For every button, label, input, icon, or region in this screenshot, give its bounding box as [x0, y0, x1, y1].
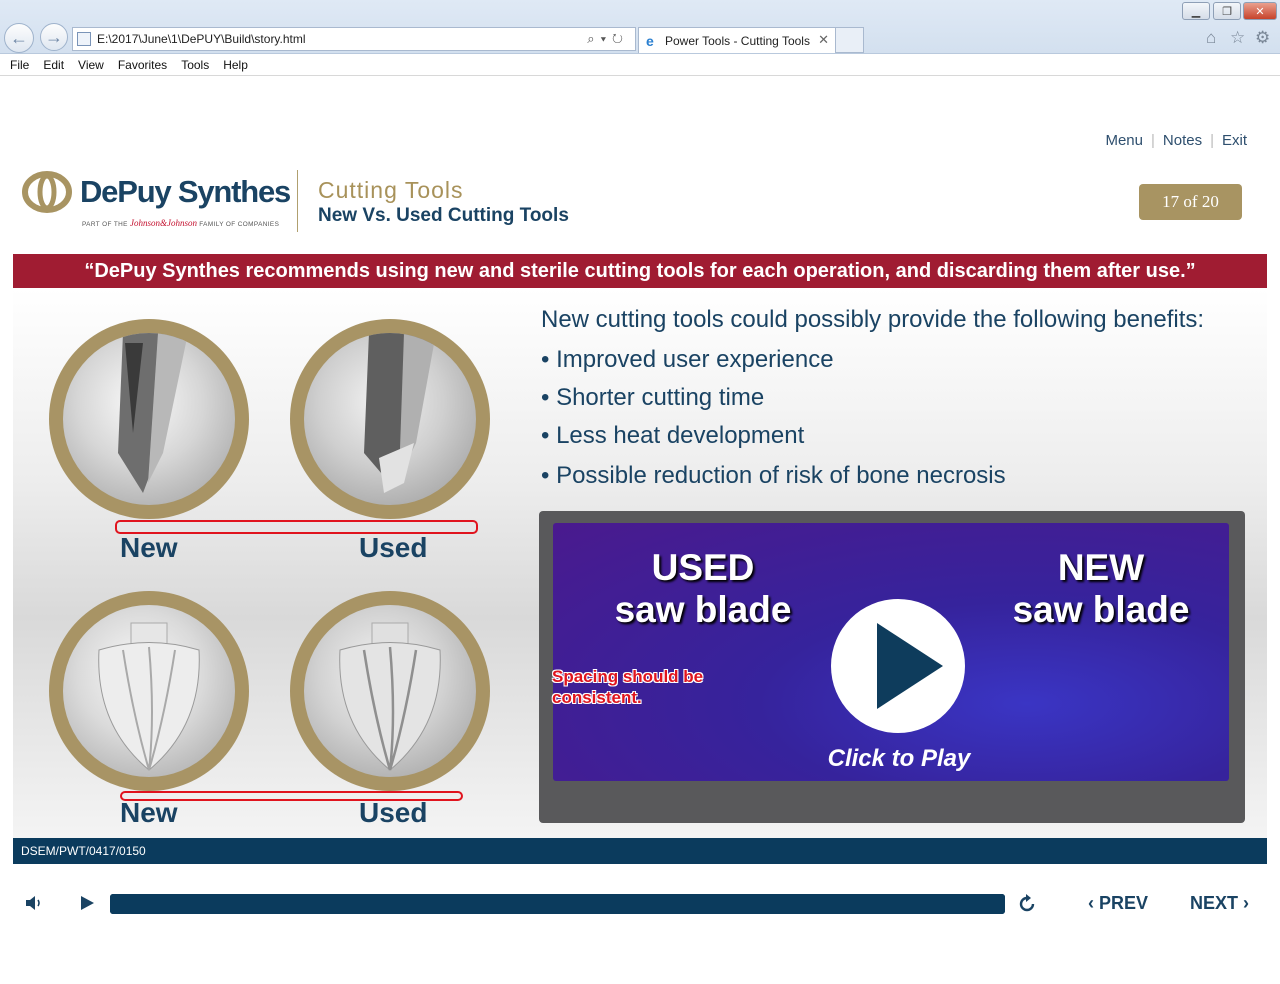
back-button[interactable]: ←	[4, 23, 34, 53]
benefit-item: • Less heat development	[541, 422, 805, 449]
quote-banner: “DePuy Synthes recommends using new and …	[13, 254, 1267, 288]
label-new-bottom: New	[120, 797, 178, 828]
separator: |	[1150, 132, 1155, 149]
used-reamer-image	[290, 591, 490, 791]
footer-code: DSEM/PWT/0417/0150	[21, 844, 146, 858]
worn-reamer-icon	[339, 622, 441, 771]
menu-edit[interactable]: Edit	[43, 58, 64, 72]
prev-button[interactable]: ‹ PREV	[1088, 893, 1148, 914]
benefits-intro: New cutting tools could possibly provide…	[541, 306, 1205, 333]
video-new-line2: saw blade	[1012, 589, 1190, 630]
review-comment-line2: consistent.	[552, 688, 642, 707]
next-label: NEXT	[1190, 893, 1239, 913]
tab-title: Power Tools - Cutting Tools	[665, 33, 810, 48]
header-divider	[297, 170, 298, 232]
video-used-line2: saw blade	[614, 589, 792, 630]
drill-bit-icon	[118, 333, 188, 493]
separator: |	[1210, 132, 1214, 149]
browser-menubar: File Edit View Favorites Tools Help	[0, 54, 1280, 76]
play-pause-icon[interactable]	[78, 894, 96, 912]
address-bar[interactable]: E:\2017\June\1\DePUY\Build\story.html ⌕▾…	[72, 27, 636, 51]
page-icon	[77, 32, 91, 46]
settings-gear-icon[interactable]: ⚙	[1255, 28, 1270, 48]
prev-label: PREV	[1099, 893, 1149, 913]
benefit-item: • Shorter cutting time	[541, 384, 765, 411]
volume-icon[interactable]	[24, 893, 44, 913]
chevron-left-icon: ‹	[1088, 893, 1094, 913]
menu-file[interactable]: File	[10, 58, 29, 72]
used-drill-image	[290, 319, 490, 519]
browser-chrome: ← → E:\2017\June\1\DePUY\Build\story.htm…	[0, 0, 1280, 76]
close-window-button[interactable]: ✕	[1243, 2, 1277, 20]
footer-bar: DSEM/PWT/0417/0150	[13, 838, 1267, 864]
menu-help[interactable]: Help	[223, 58, 248, 72]
seek-bar[interactable]	[110, 894, 1005, 914]
browser-titlebar: ← → E:\2017\June\1\DePUY\Build\story.htm…	[0, 0, 1280, 54]
favorites-star-icon[interactable]: ☆	[1230, 28, 1245, 48]
new-reamer-image	[49, 591, 249, 791]
ie-icon: e	[646, 33, 654, 49]
notes-link[interactable]: Notes	[1163, 132, 1202, 149]
label-used-bottom: Used	[359, 797, 428, 828]
menu-tools[interactable]: Tools	[181, 58, 209, 72]
module-title: Cutting Tools	[318, 177, 464, 203]
menu-favorites[interactable]: Favorites	[118, 58, 167, 72]
worn-drill-bit-icon	[364, 333, 436, 493]
slide-counter: 17 of 20	[1139, 184, 1242, 220]
video-used-line1: USED	[651, 547, 755, 588]
play-icon	[877, 623, 943, 709]
minimize-button[interactable]: ▁	[1182, 2, 1210, 20]
restore-button[interactable]: ❐	[1213, 2, 1241, 20]
logo-tagline: PART OF THE Johnson&Johnson FAMILY OF CO…	[82, 218, 279, 228]
play-video-button[interactable]	[831, 599, 965, 733]
click-to-play-label[interactable]: Click to Play	[553, 745, 1229, 773]
search-refresh-icons[interactable]: ⌕▾↻	[587, 31, 629, 47]
tab-close-icon[interactable]: ✕	[818, 32, 829, 48]
video-new-title: NEW saw blade	[981, 547, 1221, 631]
replay-icon[interactable]	[1016, 893, 1038, 915]
chevron-right-icon: ›	[1243, 893, 1250, 913]
address-text: E:\2017\June\1\DePUY\Build\story.html	[97, 32, 306, 46]
video-used-title: USED saw blade	[583, 547, 823, 631]
course-top-links: Menu | Notes | Exit	[1105, 132, 1247, 149]
depuy-logo-mark-icon	[22, 171, 72, 213]
module-subtitle: New Vs. Used Cutting Tools	[318, 205, 569, 226]
new-tab-button[interactable]	[836, 27, 864, 53]
forward-button[interactable]: →	[40, 23, 68, 51]
video-screen[interactable]: USED saw blade NEW saw blade Click to Pl…	[553, 523, 1229, 781]
reamer-icon	[98, 622, 200, 771]
exit-link[interactable]: Exit	[1222, 132, 1247, 149]
logo-sub-prefix: PART OF THE	[82, 221, 128, 228]
next-button[interactable]: NEXT ›	[1190, 893, 1249, 914]
logo-jj: Johnson&Johnson	[130, 218, 198, 228]
label-new-top: New	[120, 532, 178, 563]
benefit-item: • Possible reduction of risk of bone nec…	[541, 462, 1006, 489]
video-new-line1: NEW	[1057, 547, 1145, 588]
menu-view[interactable]: View	[78, 58, 104, 72]
benefit-item: • Improved user experience	[541, 346, 834, 373]
new-drill-image	[49, 319, 249, 519]
menu-link[interactable]: Menu	[1105, 132, 1143, 149]
review-comment: Spacing should be consistent.	[552, 666, 703, 708]
browser-tab[interactable]: e Power Tools - Cutting Tools ✕	[638, 27, 836, 53]
home-icon[interactable]: ⌂	[1206, 28, 1216, 48]
review-comment-line1: Spacing should be	[552, 667, 704, 686]
label-used-top: Used	[359, 532, 428, 563]
logo-brand: DePuy Synthes	[80, 174, 291, 209]
logo-sub-suffix: FAMILY OF COMPANIES	[199, 221, 280, 228]
seek-bar-progress	[110, 894, 1005, 914]
